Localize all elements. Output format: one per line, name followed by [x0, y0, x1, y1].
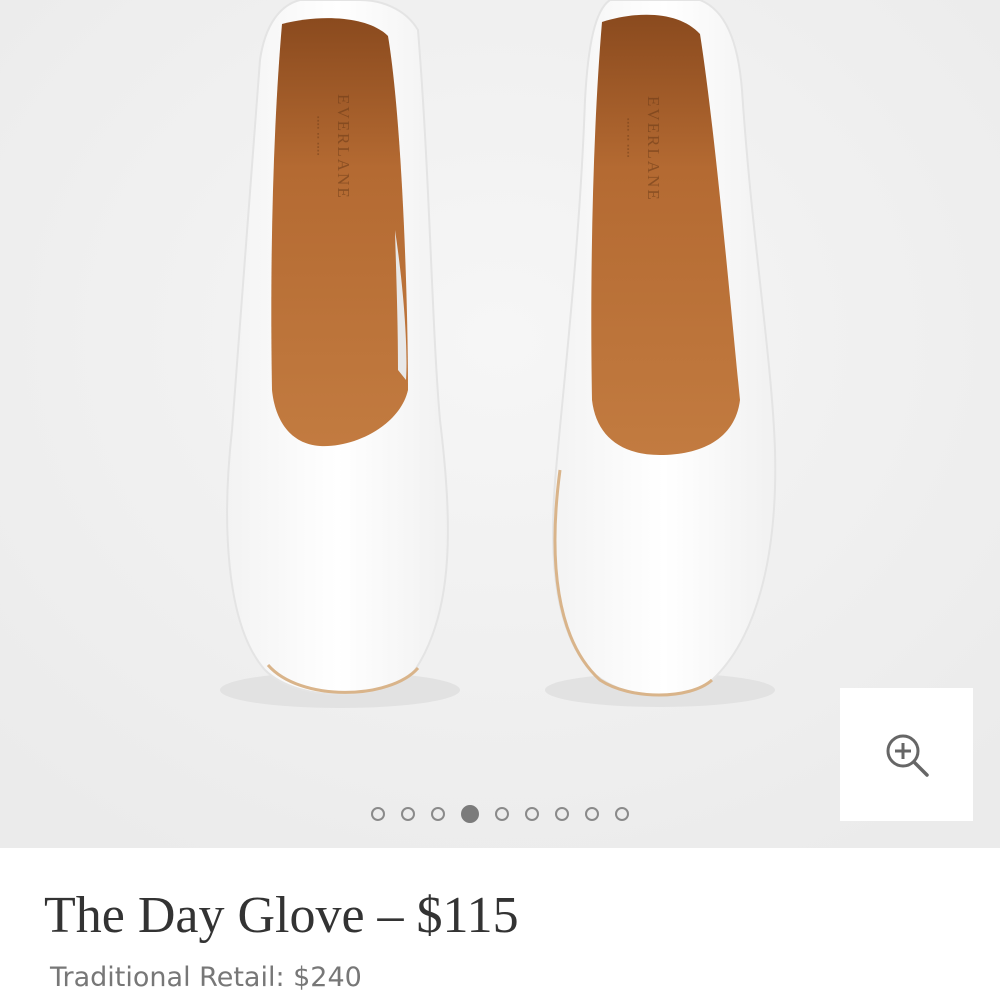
gallery-pagination [0, 800, 1000, 828]
svg-text:EVERLANE: EVERLANE [644, 96, 663, 202]
product-title: The Day Glove – $115 [44, 887, 519, 944]
gallery-dot-7[interactable] [555, 807, 569, 821]
left-shoe: EVERLANE ▪▪▪▪ ▪▪ ▪▪▪▪ [226, 0, 449, 696]
gallery-dot-1[interactable] [371, 807, 385, 821]
traditional-retail-price: Traditional Retail: $240 [50, 962, 362, 993]
gallery-dot-2[interactable] [401, 807, 415, 821]
gallery-dot-9[interactable] [615, 807, 629, 821]
gallery-dot-3[interactable] [431, 807, 445, 821]
right-shoe: EVERLANE ▪▪▪▪ ▪▪ ▪▪▪▪ [552, 0, 777, 697]
gallery-dot-4[interactable] [461, 805, 479, 823]
svg-text:▪▪▪▪ ▪▪ ▪▪▪▪: ▪▪▪▪ ▪▪ ▪▪▪▪ [314, 116, 322, 156]
svg-text:▪▪▪▪ ▪▪ ▪▪▪▪: ▪▪▪▪ ▪▪ ▪▪▪▪ [624, 118, 632, 158]
gallery-dot-8[interactable] [585, 807, 599, 821]
gallery-dot-6[interactable] [525, 807, 539, 821]
gallery-dot-5[interactable] [495, 807, 509, 821]
zoom-in-icon [886, 734, 929, 777]
product-image-gallery[interactable]: EVERLANE ▪▪▪▪ ▪▪ ▪▪▪▪ EVERLANE ▪▪▪▪ ▪▪ ▪… [0, 0, 1000, 848]
svg-text:EVERLANE: EVERLANE [334, 94, 353, 200]
